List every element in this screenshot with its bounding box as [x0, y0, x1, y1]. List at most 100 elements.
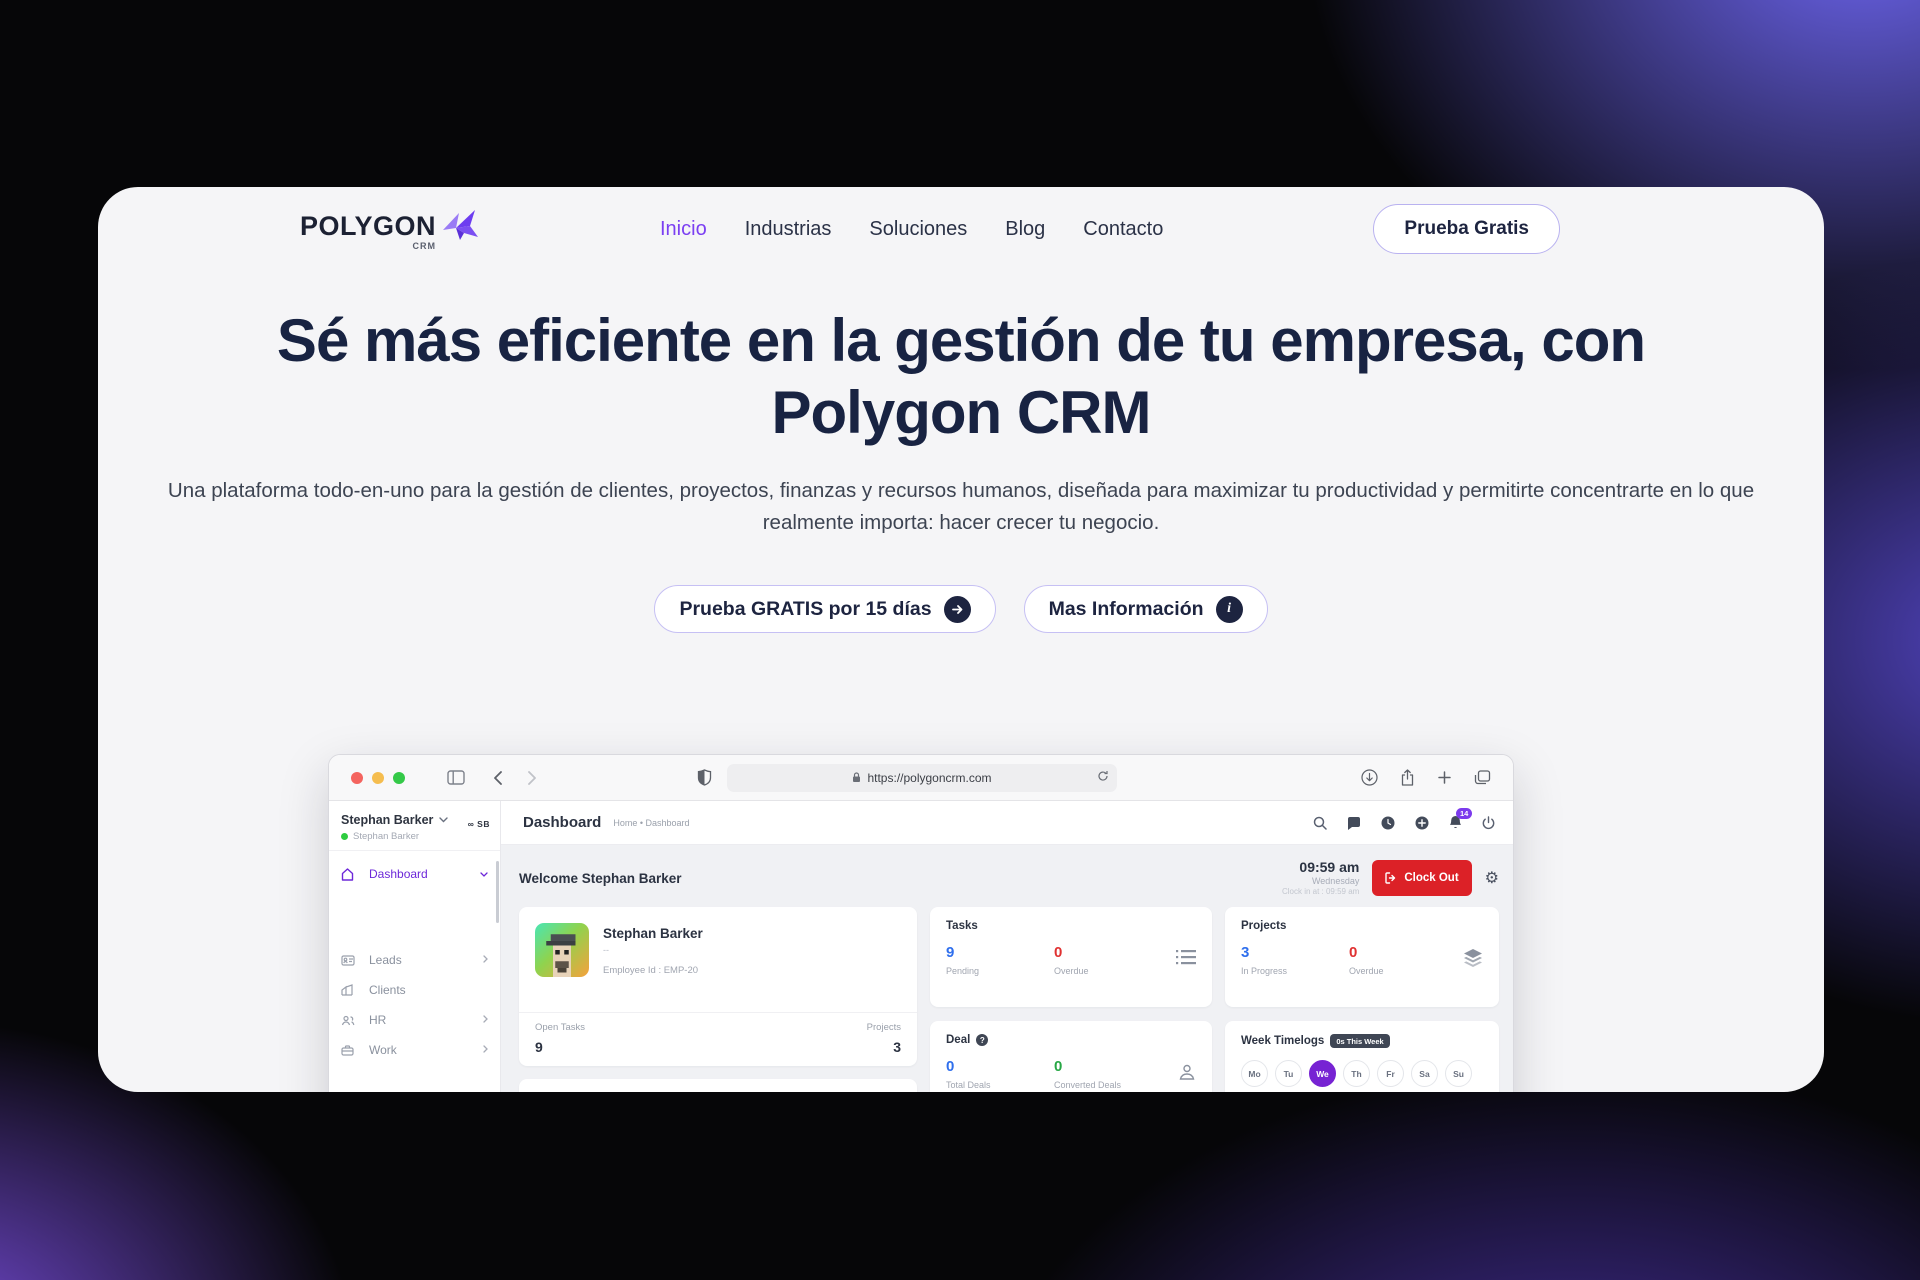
arrow-right-icon — [944, 596, 971, 623]
day-pill-th[interactable]: Th — [1343, 1060, 1370, 1087]
id-card-icon — [341, 955, 357, 966]
projects-card: Projects 3 In Progress 0 Overdue — [1225, 907, 1499, 1007]
day-pill-fr[interactable]: Fr — [1377, 1060, 1404, 1087]
chevron-down-icon — [439, 817, 448, 823]
projects-card-title: Projects — [1241, 920, 1483, 932]
back-icon[interactable] — [493, 771, 503, 785]
search-icon[interactable] — [1313, 816, 1327, 830]
pixel-avatar-image — [535, 923, 589, 977]
chevron-right-icon — [483, 1015, 488, 1026]
chevron-right-icon — [483, 1045, 488, 1056]
nav-soluciones[interactable]: Soluciones — [869, 218, 967, 241]
clock-out-button[interactable]: Clock Out — [1372, 860, 1471, 896]
sidebar-user-name: Stephan Barker — [341, 813, 433, 827]
tasks-pending-value: 9 — [946, 944, 1054, 961]
sidebar-item-work[interactable]: Work — [329, 1035, 500, 1065]
tasks-card: Tasks 9 Pending 0 Overdue — [930, 907, 1212, 1007]
tasks-overdue-label: Overdue — [1054, 966, 1162, 976]
sidebar-item-label: Leads — [369, 953, 402, 967]
workspace-badge: ∞ SB — [468, 819, 490, 829]
deal-total-value: 0 — [946, 1058, 1054, 1075]
landing-card: POLYGON CRM Inicio Industrias Soluciones… — [98, 187, 1824, 1092]
projects-overdue-label: Overdue — [1349, 966, 1457, 976]
reload-icon[interactable] — [1097, 770, 1109, 785]
traffic-lights — [351, 772, 405, 784]
help-icon[interactable]: ? — [976, 1034, 988, 1046]
sidebar-user-status-name: Stephan Barker — [353, 831, 419, 842]
shield-icon[interactable] — [697, 769, 712, 786]
page-title: Dashboard — [523, 814, 601, 831]
nav-blog[interactable]: Blog — [1005, 218, 1045, 241]
minimize-window-icon[interactable] — [372, 772, 384, 784]
crm-app: Stephan Barker Stephan Barker ∞ SB Dashb… — [329, 801, 1513, 1092]
nav-industrias[interactable]: Industrias — [745, 218, 832, 241]
projects-inprogress-label: In Progress — [1241, 966, 1349, 976]
timelogs-week-badge: 0s This Week — [1330, 1034, 1389, 1048]
notes-icon[interactable] — [1347, 816, 1361, 830]
clock-time-block: 09:59 am Wednesday Clock in at : 09:59 a… — [1282, 859, 1359, 898]
tabs-overview-icon[interactable] — [1474, 769, 1491, 787]
day-pill-tu[interactable]: Tu — [1275, 1060, 1302, 1087]
main-nav: Inicio Industrias Soluciones Blog Contac… — [660, 207, 1163, 251]
prueba-gratis-button[interactable]: Prueba Gratis — [1373, 204, 1560, 254]
open-tasks-label: Open Tasks — [535, 1022, 585, 1033]
forward-icon[interactable] — [527, 771, 537, 785]
chevron-right-icon — [483, 955, 488, 966]
sidebar-scrollbar[interactable] — [496, 861, 499, 923]
logo-subtext: CRM — [300, 241, 436, 251]
download-icon[interactable] — [1361, 769, 1378, 787]
nav-inicio[interactable]: Inicio — [660, 218, 707, 241]
notification-count-badge: 14 — [1456, 808, 1472, 819]
sidebar-user-block[interactable]: Stephan Barker Stephan Barker ∞ SB — [329, 801, 500, 851]
sidebar-item-dashboard[interactable]: Dashboard — [329, 859, 500, 889]
lock-icon — [852, 772, 861, 783]
app-sidebar: Stephan Barker Stephan Barker ∞ SB Dashb… — [329, 801, 501, 1092]
deal-converted-value: 0 — [1054, 1058, 1162, 1075]
welcome-text: Welcome Stephan Barker — [519, 871, 682, 886]
polygon-logo[interactable]: POLYGON CRM — [300, 213, 480, 251]
hero-heading-line2: Polygon CRM — [772, 379, 1151, 446]
employee-id: Employee Id : EMP-20 — [603, 965, 703, 976]
info-cta-button[interactable]: Mas Información i — [1024, 585, 1268, 633]
day-pill-mo[interactable]: Mo — [1241, 1060, 1268, 1087]
dashboard-content: Welcome Stephan Barker 09:59 am Wednesda… — [501, 845, 1513, 1092]
browser-mockup: https://polygoncrm.com — [328, 754, 1514, 1092]
cards-grid: Stephan Barker -- Employee Id : EMP-20 O… — [519, 907, 1499, 1092]
app-topbar: Dashboard Home • Dashboard 14 — [501, 801, 1513, 845]
close-window-icon[interactable] — [351, 772, 363, 784]
current-time: 09:59 am — [1282, 859, 1359, 877]
power-icon[interactable] — [1482, 816, 1495, 830]
url-bar[interactable]: https://polygoncrm.com — [727, 764, 1117, 792]
current-day: Wednesday — [1282, 876, 1359, 887]
deal-card: Deal ? 0 Total Deals 0 — [930, 1021, 1212, 1092]
sidebar-item-hr[interactable]: HR — [329, 1005, 500, 1035]
site-header: POLYGON CRM Inicio Industrias Soluciones… — [98, 207, 1824, 263]
sidebar-item-leads[interactable]: Leads — [329, 945, 500, 975]
tasks-card-title: Tasks — [946, 920, 1196, 932]
projects-inprogress-value: 3 — [1241, 944, 1349, 961]
notifications-bell-icon[interactable]: 14 — [1449, 815, 1462, 830]
employee-designation: -- — [603, 945, 703, 955]
clock-icon[interactable] — [1381, 816, 1395, 830]
nav-contacto[interactable]: Contacto — [1083, 218, 1163, 241]
trial-cta-button[interactable]: Prueba GRATIS por 15 días — [654, 585, 995, 633]
new-tab-icon[interactable] — [1437, 769, 1452, 787]
deal-card-title: Deal — [946, 1034, 970, 1046]
online-status-dot — [341, 833, 348, 840]
sidebar-toggle-icon[interactable] — [447, 770, 465, 785]
zoom-window-icon[interactable] — [393, 772, 405, 784]
trial-cta-label: Prueba GRATIS por 15 días — [679, 598, 931, 621]
employee-profile-card: Stephan Barker -- Employee Id : EMP-20 O… — [519, 907, 917, 1066]
day-pill-su[interactable]: Su — [1445, 1060, 1472, 1087]
day-pill-we[interactable]: We — [1309, 1060, 1336, 1087]
sidebar-item-clients[interactable]: Clients — [329, 975, 500, 1005]
day-pill-sa[interactable]: Sa — [1411, 1060, 1438, 1087]
share-icon[interactable] — [1400, 769, 1415, 787]
avatar[interactable] — [535, 923, 589, 977]
logo-text: POLYGON — [300, 211, 436, 241]
add-icon[interactable] — [1415, 816, 1429, 830]
projects-overdue-value: 0 — [1349, 944, 1457, 961]
settings-gear-icon[interactable]: ⚙ — [1485, 868, 1499, 888]
hero-heading-line1: Sé más eficiente en la gestión de tu emp… — [277, 307, 1645, 374]
cta-row: Prueba GRATIS por 15 días Mas Informació… — [98, 585, 1824, 633]
